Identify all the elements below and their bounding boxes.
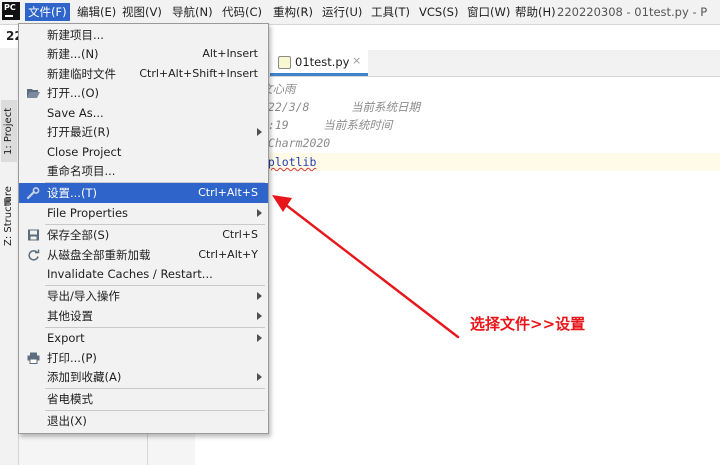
annotation-label: 选择文件>>设置: [470, 315, 586, 333]
annotation-arrow: [272, 195, 460, 339]
